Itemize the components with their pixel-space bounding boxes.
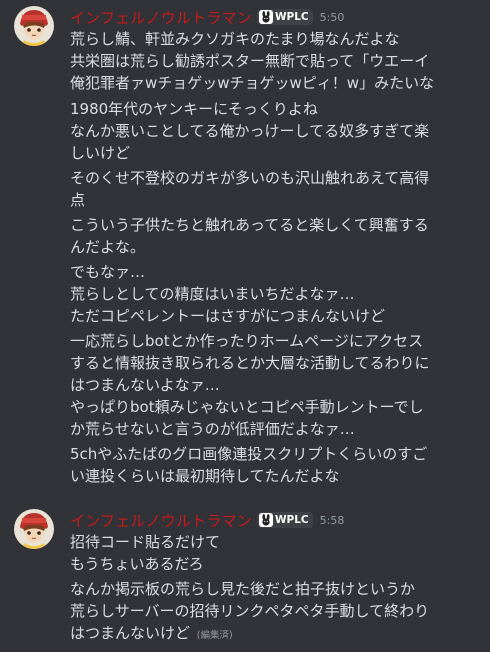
message-line: そのくせ不登校のガキが多いのも沢山触れあえて高得 [70,169,430,187]
message-line: すると情報抜き取られるとか大層な活動してるわりに [70,354,430,372]
message-line: 5chやふたばのグロ画像連投スクリプトくらいのすご [70,445,428,463]
message-line: か荒らせないと言うのが低評価だよなァ… [70,420,355,438]
message-line: 荒らし鯖、軒並みクソガキのたまり場なんだよな [70,30,400,48]
message-line: なんか掲示板の荒らし見た後だと拍子抜けというか [70,580,416,598]
message-line: ただコピペレントーはさすがにつまんないけど [70,307,386,325]
message-header: インフェルノウルトラマン WPLC 5:58 [70,509,344,531]
message-group: インフェルノウルトラマン WPLC 5:58 招待コード貼るだけて もうちょいあ… [0,509,490,652]
rabbit-icon [258,513,273,527]
message-line: 点 [70,191,86,209]
message-line: こういう子供たちと触れあってると楽しくて興奮する [70,216,429,234]
timestamp: 5:58 [319,513,345,527]
message-line: はつまんないよなァ… [70,376,220,394]
message-line: はつまんないけど (編集済) [70,622,485,647]
avatar[interactable] [14,6,54,46]
message-text: はつまんないけど [70,624,191,642]
message-line: 招待コード貼るだけて [70,533,221,551]
chat-messages: インフェルノウルトラマン WPLC 5:50 荒らし鯖、軒並みクソガキのたまり場… [0,0,490,652]
edited-label: (編集済) [196,630,233,641]
message-line: 一応荒らしbotとか作ったりホームページにアクセス [70,332,424,350]
server-tag[interactable]: WPLC [256,512,313,528]
timestamp: 5:50 [319,10,345,24]
server-tag-label: WPLC [274,11,309,23]
message-line: 共栄圏は荒らし勧誘ポスター無断で貼って「ウエーイ [70,52,430,70]
message-line: 荒らしサーバーの招待リンクペタペタ手動して終わり [70,602,430,620]
message-header: インフェルノウルトラマン WPLC 5:50 [70,6,344,28]
message-line: んだよな。 [70,238,146,256]
message-group: インフェルノウルトラマン WPLC 5:50 荒らし鯖、軒並みクソガキのたまり場… [0,6,490,486]
message-line: もうちょいあるだろ [70,555,204,573]
message-line: でもなァ… [70,263,146,281]
server-tag-label: WPLC [274,514,309,526]
username[interactable]: インフェルノウルトラマン [70,510,252,531]
message-line: 俺犯罪者ァwチョゲッwチョゲッwピィ！w」みたいな [70,74,435,92]
server-tag[interactable]: WPLC [256,9,313,25]
message-line: なんか悪いことしてる俺かっけーしてる奴多すぎて楽 [70,122,430,140]
message-line: い連投くらいは最初期待してたんだよな [70,467,340,485]
message-line: 1980年代のヤンキーにそっくりよね [70,100,318,118]
message-line: しいけど [70,144,131,162]
rabbit-icon [258,10,273,24]
message-line: 荒らしとしての精度はいまいちだよなァ… [70,285,355,303]
username[interactable]: インフェルノウルトラマン [70,7,252,28]
message-line: やっぱりbot頼みじゃないとコピペ手動レントーでし [70,398,424,416]
avatar[interactable] [14,509,54,549]
